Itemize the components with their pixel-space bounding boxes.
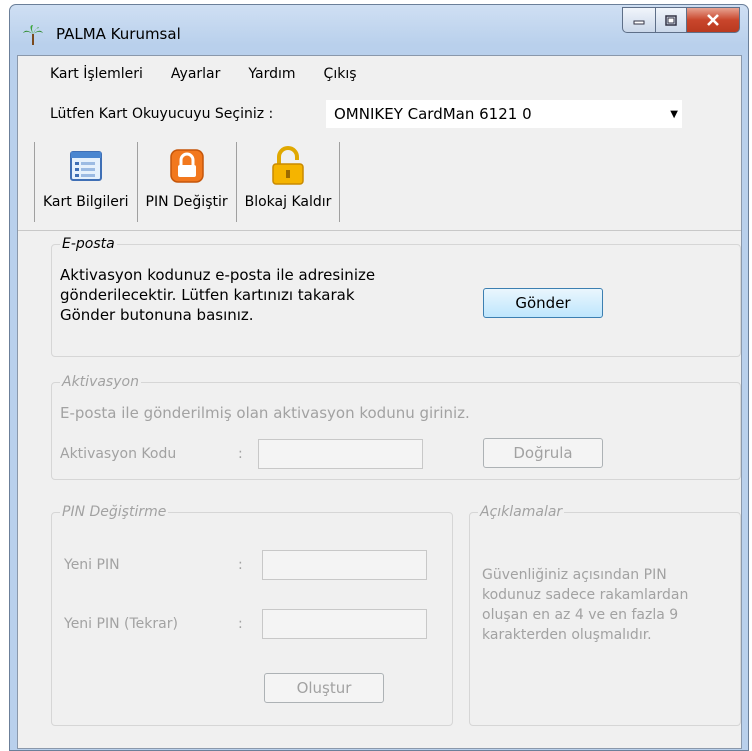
menu-cikis[interactable]: Çıkış (324, 66, 357, 82)
new-pin-label: Yeni PIN (64, 557, 120, 573)
caption-buttons (622, 7, 740, 33)
create-button[interactable]: Oluştur (264, 673, 384, 703)
reader-select[interactable]: OMNIKEY CardMan 6121 0 ▼ (326, 100, 682, 128)
card-info-icon (69, 151, 102, 181)
lock-orange-icon (169, 149, 204, 183)
palm-tree-icon (23, 25, 43, 45)
verify-button[interactable]: Doğrula (483, 438, 603, 468)
minimize-button[interactable] (622, 7, 656, 33)
pin-group: PIN Değiştirme Yeni PIN : Yeni PIN (Tekr… (51, 504, 453, 726)
aciklama-group: Açıklamalar Güvenliğiniz açısından PIN k… (469, 504, 741, 726)
message-line: Gönder butonuna basınız. (60, 306, 254, 324)
message-line: gönderilecektir. Lütfen kartınızı takara… (60, 286, 355, 304)
minimize-icon (633, 20, 645, 25)
toolbar-pin-degistir[interactable]: PIN Değiştir (138, 142, 237, 222)
maximize-button[interactable] (656, 7, 687, 33)
toolbar-blokaj-kaldir[interactable]: Blokaj Kaldır (237, 142, 341, 222)
maximize-icon (665, 14, 677, 26)
aciklama-line: karakterden oluşmalıdır. (482, 627, 652, 643)
colon: : (238, 446, 243, 462)
close-icon (707, 14, 719, 26)
unlock-icon (272, 146, 304, 185)
aktivasyon-code-label: Aktivasyon Kodu (60, 446, 177, 462)
menu-ayarlar[interactable]: Ayarlar (171, 66, 220, 82)
repeat-pin-label: Yeni PIN (Tekrar) (64, 616, 178, 632)
app-window: PALMA Kurumsal Kart İşlemleri Ayarlar Ya… (9, 4, 749, 751)
send-button[interactable]: Gönder (483, 288, 603, 318)
eposta-group: E-posta Aktivasyon kodunuz e-posta ile a… (51, 236, 741, 357)
close-button[interactable] (687, 7, 740, 33)
aktivasyon-legend: Aktivasyon (60, 374, 141, 390)
toolbar-label: Kart Bilgileri (43, 194, 129, 210)
toolbar-kart-bilgileri[interactable]: Kart Bilgileri (34, 142, 138, 222)
aktivasyon-message: E-posta ile gönderilmiş olan aktivasyon … (60, 404, 470, 422)
dropdown-arrow-icon[interactable]: ▼ (670, 109, 678, 120)
aciklama-line: kodunuz sadece rakamlardan (482, 587, 689, 603)
reader-row: Lütfen Kart Okuyucuyu Seçiniz : OMNIKEY … (50, 100, 682, 128)
menu-kart-islemleri[interactable]: Kart İşlemleri (50, 66, 143, 82)
toolbar-label: Blokaj Kaldır (244, 194, 332, 210)
reader-selected-value: OMNIKEY CardMan 6121 0 (334, 105, 532, 123)
message-line: Aktivasyon kodunuz e-posta ile adresiniz… (60, 266, 376, 284)
client-area: Kart İşlemleri Ayarlar Yardım Çıkış Lütf… (17, 55, 742, 749)
menu-yardim[interactable]: Yardım (248, 66, 295, 82)
toolbar-separator (18, 230, 741, 231)
menu-bar: Kart İşlemleri Ayarlar Yardım Çıkış (18, 56, 741, 92)
colon: : (238, 616, 243, 632)
aktivasyon-code-input[interactable] (258, 439, 423, 469)
toolbar-label: PIN Değiştir (145, 194, 228, 210)
window-title: PALMA Kurumsal (56, 25, 181, 43)
aciklama-line: Güvenliğiniz açısından PIN (482, 567, 667, 583)
pin-legend: PIN Değiştirme (60, 504, 169, 520)
eposta-message: Aktivasyon kodunuz e-posta ile adresiniz… (60, 265, 375, 325)
repeat-pin-input[interactable] (262, 609, 427, 639)
toolbar: Kart Bilgileri PIN Değiştir Blokaj Kaldı… (34, 142, 341, 222)
title-bar[interactable]: PALMA Kurumsal (10, 5, 748, 55)
colon: : (238, 557, 243, 573)
aktivasyon-group: Aktivasyon E-posta ile gönderilmiş olan … (51, 374, 741, 480)
eposta-legend: E-posta (60, 236, 117, 252)
aciklama-text: Güvenliğiniz açısından PIN kodunuz sadec… (482, 565, 688, 645)
aciklama-line: oluşan en az 4 ve en fazla 9 (482, 607, 679, 623)
new-pin-input[interactable] (262, 550, 427, 580)
aciklama-legend: Açıklamalar (478, 504, 565, 520)
reader-label: Lütfen Kart Okuyucuyu Seçiniz : (50, 106, 274, 122)
